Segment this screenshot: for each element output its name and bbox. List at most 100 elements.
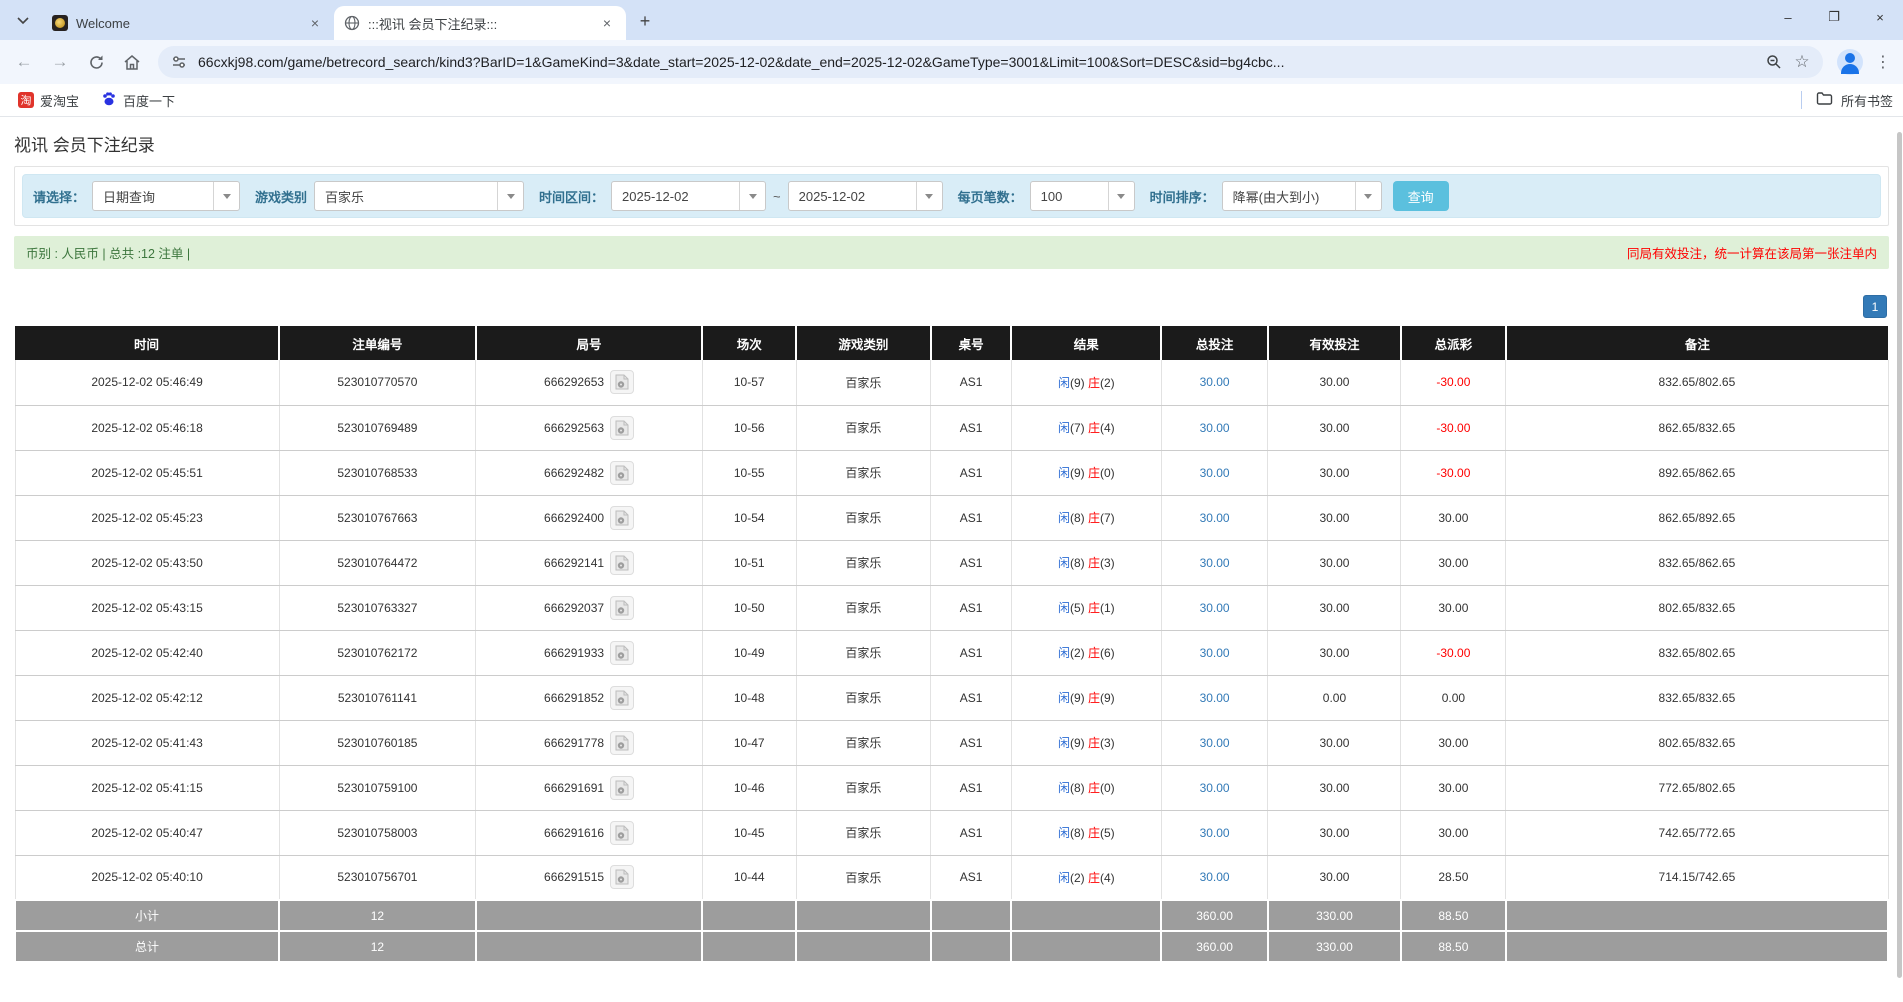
chevron-down-icon[interactable] [497, 182, 523, 210]
reload-icon[interactable] [80, 46, 112, 78]
total-bet-link[interactable]: 30.00 [1200, 466, 1230, 480]
chevron-down-icon[interactable] [916, 182, 942, 210]
video-replay-button[interactable] [610, 370, 634, 394]
total-bet-link[interactable]: 30.00 [1200, 826, 1230, 840]
chevron-down-icon[interactable] [739, 182, 765, 210]
cell-valid-bet: 30.00 [1268, 405, 1401, 450]
video-replay-button[interactable] [610, 596, 634, 620]
video-replay-button[interactable] [610, 865, 634, 889]
result-banker-label: 庄 [1088, 601, 1100, 615]
page-scrollbar[interactable] [1897, 132, 1902, 978]
cell-total-bet[interactable]: 30.00 [1161, 450, 1268, 495]
video-replay-button[interactable] [610, 416, 634, 440]
query-type-select[interactable]: 日期查询 [92, 181, 240, 211]
window-maximize-button[interactable]: ❐ [1811, 0, 1857, 34]
url-text[interactable]: 66cxkj98.com/game/betrecord_search/kind3… [198, 54, 1755, 70]
result-player-label: 闲 [1058, 421, 1070, 435]
total-bet-link[interactable]: 30.00 [1200, 781, 1230, 795]
chevron-down-icon[interactable] [213, 182, 239, 210]
tab-close-icon[interactable]: × [598, 14, 616, 32]
sort-select[interactable]: 降幂(由大到小) [1222, 181, 1382, 211]
total-bet-link[interactable]: 30.00 [1200, 601, 1230, 615]
bookmark-taobao[interactable]: 淘 爱淘宝 [10, 88, 87, 113]
window-minimize-button[interactable]: – [1765, 0, 1811, 34]
video-replay-button[interactable] [610, 731, 634, 755]
address-bar[interactable]: 66cxkj98.com/game/betrecord_search/kind3… [158, 46, 1823, 78]
profile-avatar[interactable] [1837, 49, 1863, 75]
payout-value: -30.00 [1436, 646, 1470, 660]
site-info-icon[interactable] [170, 53, 188, 71]
cell-total-bet[interactable]: 30.00 [1161, 585, 1268, 630]
total-bet-link[interactable]: 30.00 [1200, 736, 1230, 750]
cell-round-number: 666292482 [476, 450, 703, 495]
total-bet-link[interactable]: 30.00 [1200, 421, 1230, 435]
total-bet-link[interactable]: 30.00 [1200, 511, 1230, 525]
cell-total-bet[interactable]: 30.00 [1161, 810, 1268, 855]
all-bookmarks-button[interactable]: 所有书签 [1841, 91, 1893, 110]
video-replay-button[interactable] [610, 641, 634, 665]
result-banker-label: 庄 [1088, 826, 1100, 840]
search-button[interactable]: 查询 [1393, 181, 1449, 211]
zoom-icon[interactable] [1765, 53, 1783, 71]
cell-result: 闲(9) 庄(2) [1011, 360, 1161, 405]
video-replay-button[interactable] [610, 776, 634, 800]
total-bet-link[interactable]: 30.00 [1200, 375, 1230, 389]
page-size-label: 每页笔数： [958, 187, 1023, 206]
page-1-button[interactable]: 1 [1863, 295, 1887, 318]
total-bet-link[interactable]: 30.00 [1200, 691, 1230, 705]
date-start-input[interactable]: 2025-12-02 [611, 181, 766, 211]
video-replay-button[interactable] [610, 551, 634, 575]
column-header: 总派彩 [1401, 326, 1506, 360]
cell-total-bet[interactable]: 30.00 [1161, 855, 1268, 900]
chevron-down-icon[interactable] [1108, 182, 1134, 210]
tab-welcome[interactable]: Welcome × [42, 6, 334, 40]
chrome-menu-icon[interactable]: ⋮ [1871, 50, 1895, 74]
tab-close-icon[interactable]: × [306, 14, 324, 32]
cell-valid-bet: 30.00 [1268, 450, 1401, 495]
video-replay-button[interactable] [610, 506, 634, 530]
cell-total-bet[interactable]: 30.00 [1161, 495, 1268, 540]
chevron-down-icon[interactable] [1355, 182, 1381, 210]
page-size-select[interactable]: 100 [1030, 181, 1135, 211]
cell-total-bet[interactable]: 30.00 [1161, 630, 1268, 675]
film-icon [615, 600, 629, 616]
pagination-top: 1 [14, 295, 1887, 318]
footer-empty-cell [1011, 931, 1161, 962]
home-icon[interactable] [116, 46, 148, 78]
footer-empty-cell [702, 900, 796, 931]
table-row: 2025-12-02 05:43:50523010764472666292141… [15, 540, 1888, 585]
cell-total-bet[interactable]: 30.00 [1161, 360, 1268, 405]
result-player-score: (5) [1070, 601, 1088, 615]
game-category-select[interactable]: 百家乐 [314, 181, 524, 211]
tab-bet-record[interactable]: :::视讯 会员下注纪录::: × [334, 6, 626, 40]
video-replay-button[interactable] [610, 686, 634, 710]
total-bet-link[interactable]: 30.00 [1200, 870, 1230, 884]
total-bet-link[interactable]: 30.00 [1200, 556, 1230, 570]
tab-search-chevron-icon[interactable] [8, 6, 38, 36]
cell-payout: 28.50 [1401, 855, 1506, 900]
cell-total-bet[interactable]: 30.00 [1161, 405, 1268, 450]
round-number-text: 666291515 [544, 870, 604, 884]
footer-label: 总计 [15, 931, 279, 962]
folder-icon [1816, 91, 1833, 109]
back-icon[interactable]: ← [8, 46, 40, 78]
bookmark-star-icon[interactable]: ☆ [1793, 53, 1811, 71]
window-close-button[interactable]: × [1857, 0, 1903, 34]
date-end-input[interactable]: 2025-12-02 [788, 181, 943, 211]
total-bet-link[interactable]: 30.00 [1200, 646, 1230, 660]
video-replay-button[interactable] [610, 461, 634, 485]
forward-icon[interactable]: → [44, 46, 76, 78]
cell-total-bet[interactable]: 30.00 [1161, 540, 1268, 585]
cell-time: 2025-12-02 05:45:51 [15, 450, 279, 495]
cell-total-bet[interactable]: 30.00 [1161, 720, 1268, 765]
cell-total-bet[interactable]: 30.00 [1161, 765, 1268, 810]
cell-payout: 30.00 [1401, 495, 1506, 540]
bookmark-baidu[interactable]: 百度一下 [93, 88, 183, 113]
cell-valid-bet: 30.00 [1268, 810, 1401, 855]
result-banker-label: 庄 [1088, 421, 1100, 435]
video-replay-button[interactable] [610, 821, 634, 845]
cell-total-bet[interactable]: 30.00 [1161, 675, 1268, 720]
result-banker-score: (5) [1100, 826, 1115, 840]
new-tab-button[interactable]: + [632, 8, 658, 34]
film-icon [615, 869, 629, 885]
